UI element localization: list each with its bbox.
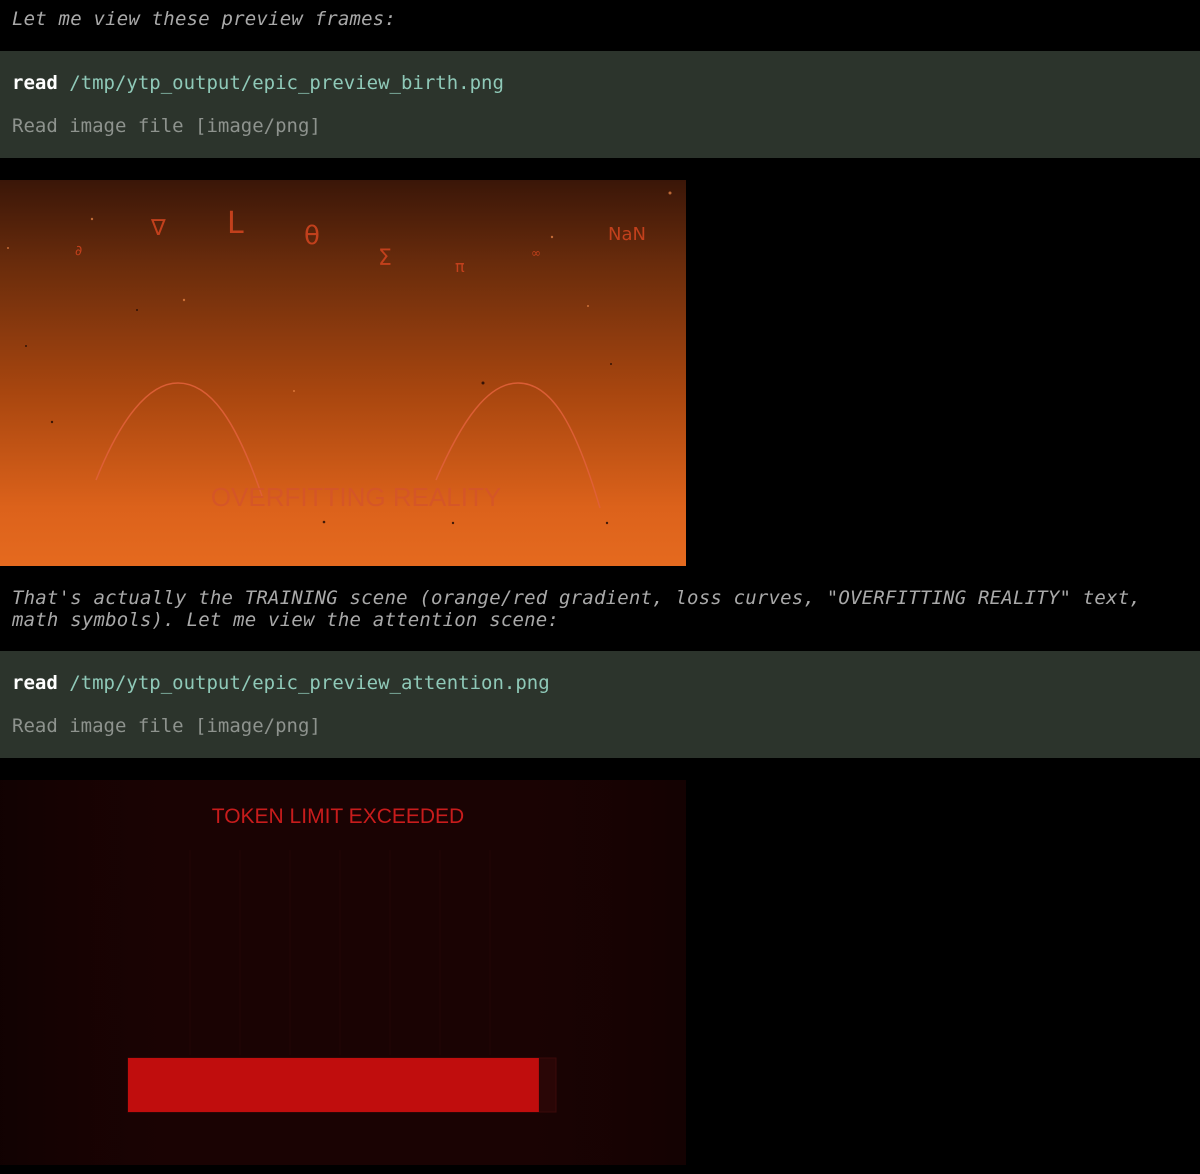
symbol-partial: ∂ [75,243,82,259]
tool-call-line: read /tmp/ytp_output/epic_preview_attent… [12,672,550,694]
tool-result: Read image file [image/png] [12,115,321,137]
attention-scene-svg: TOKEN LIMIT EXCEEDED [0,780,686,1165]
symbol-pi: π [455,257,465,276]
symbol-nabla: ∇ [150,216,166,241]
tool-result: Read image file [image/png] [12,715,321,737]
overfitting-caption: OVERFITTING REALITY [211,482,501,512]
symbol-sigma: Σ [378,246,392,271]
tool-call-line: read /tmp/ytp_output/epic_preview_birth.… [12,72,504,94]
light-specks [7,191,672,392]
loss-curve-left [95,382,263,497]
tool-command: read [12,72,58,94]
assistant-message-2: That's actually the TRAINING scene (oran… [12,587,1153,631]
symbol-nan: NaN [608,224,646,245]
symbol-infinity: ∞ [531,246,541,260]
preview-image-attention: TOKEN LIMIT EXCEEDED [0,780,686,1165]
assistant-message-1: Let me view these preview frames: [12,8,397,30]
tool-command: read [12,672,58,694]
token-progress-fill [128,1058,539,1112]
token-limit-title: TOKEN LIMIT EXCEEDED [212,805,464,828]
tool-call-read-attention[interactable]: read /tmp/ytp_output/epic_preview_attent… [0,651,1200,758]
symbol-theta: θ [304,221,320,251]
training-scene-svg: ∂ ∇ L θ Σ π ∞ NaN OVERFITTING REALITY [7,191,672,525]
preview-image-birth: ∂ ∇ L θ Σ π ∞ NaN OVERFITTING REALITY [0,180,686,566]
tool-call-read-birth[interactable]: read /tmp/ytp_output/epic_preview_birth.… [0,51,1200,158]
tool-file-path[interactable]: /tmp/ytp_output/epic_preview_birth.png [69,72,504,94]
symbol-loss: L [227,206,244,241]
tool-file-path[interactable]: /tmp/ytp_output/epic_preview_attention.p… [69,672,549,694]
math-symbols: ∂ ∇ L θ Σ π ∞ NaN [75,206,646,276]
